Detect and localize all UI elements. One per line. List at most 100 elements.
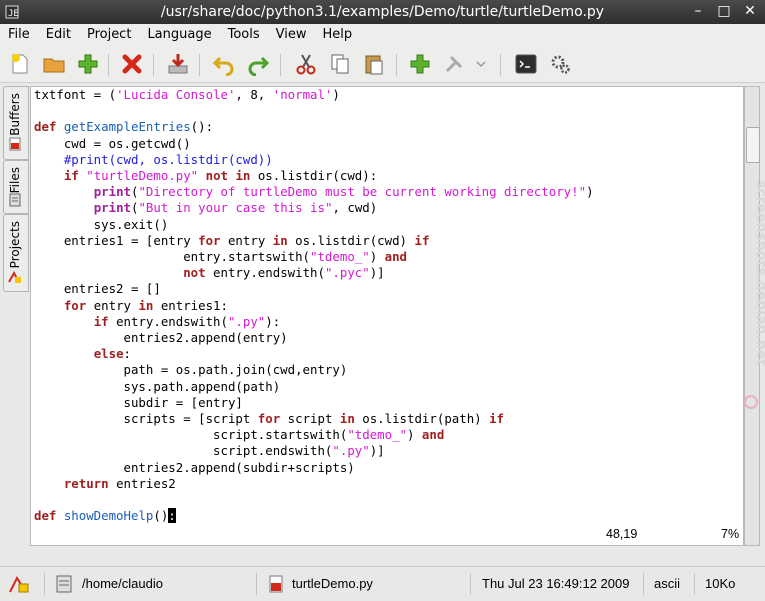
code-token: and (384, 249, 408, 265)
new-file-icon[interactable] (8, 52, 32, 76)
menu-file[interactable]: File (0, 24, 38, 46)
code-line: print("Directory of turtleDemo must be c… (34, 184, 594, 199)
code-token: if (93, 313, 109, 329)
code-token: "tdemo_" (310, 249, 370, 265)
chevron-down-icon[interactable] (474, 52, 488, 76)
code-token: 'normal' (272, 87, 333, 102)
code-token: 'Lucida Console' (116, 87, 236, 102)
code-token: in (272, 232, 288, 248)
code-token: and (421, 427, 445, 443)
code-token: entries1: (153, 297, 228, 313)
code-token: script (280, 411, 340, 427)
tab-files[interactable]: Files (3, 160, 29, 214)
code-token: script.startswith( (34, 427, 348, 443)
code-token: else (93, 346, 124, 362)
open-folder-icon[interactable] (42, 52, 66, 76)
code-token: "tdemo_" (347, 427, 407, 443)
scroll-percent: 7% (721, 527, 740, 541)
terminal-icon[interactable] (514, 52, 538, 76)
cursor-position: 48,19 (606, 527, 638, 541)
status-directory: /home/claudio (82, 576, 163, 591)
close-file-icon[interactable] (120, 52, 144, 76)
code-token: "turtleDemo.py" (86, 168, 199, 184)
code-token: def (34, 119, 64, 135)
code-token: cwd = os.getcwd() (34, 135, 191, 151)
redo-icon[interactable] (246, 52, 270, 76)
menu-language[interactable]: Language (139, 24, 219, 46)
code-line: entries2.append(subdir+scripts) (34, 460, 355, 475)
code-token: entry.endswith( (108, 313, 228, 329)
add-item-icon[interactable] (408, 52, 432, 76)
tools-icon[interactable] (442, 52, 466, 76)
code-line: for entry in entries1: (34, 298, 228, 313)
paste-icon[interactable] (362, 52, 386, 76)
code-token: script.endswith( (34, 443, 333, 459)
code-line: def showDemoHelp(): (34, 508, 176, 524)
cut-icon[interactable] (294, 52, 318, 76)
code-line: path = os.path.join(cwd,entry) (34, 362, 348, 377)
code-token: os.listdir(cwd): (250, 168, 378, 184)
status-bar: /home/claudio turtleDemo.py Thu Jul 23 1… (0, 566, 765, 601)
project-icon[interactable] (8, 574, 30, 594)
side-panel-tabs: Buffers Files Projects (0, 84, 30, 564)
status-date: Thu Jul 23 16:49:12 2009 (482, 576, 630, 591)
add-icon[interactable] (76, 52, 100, 76)
code-token: : (123, 346, 131, 362)
code-token: ".py" (332, 443, 370, 459)
tab-projects[interactable]: Projects (3, 214, 29, 292)
menu-project[interactable]: Project (79, 24, 139, 46)
code-token: getExampleEntries (63, 119, 191, 135)
files-icon (9, 193, 21, 207)
code-token: if (414, 232, 430, 248)
code-token: in (138, 297, 154, 313)
code-token: entry (86, 297, 139, 313)
settings-icon[interactable] (548, 52, 572, 76)
tab-buffers[interactable]: Buffers (3, 86, 29, 160)
minimize-button[interactable]: – (689, 2, 707, 20)
status-encoding: ascii (654, 576, 681, 591)
code-token: , 8, (235, 87, 273, 102)
code-token: os.listdir(cwd) (287, 232, 415, 248)
menu-view[interactable]: View (268, 24, 315, 46)
code-line: entry.startswith("tdemo_") and (34, 249, 407, 264)
code-token: )] (369, 443, 385, 459)
code-token: return (63, 475, 109, 491)
projects-icon (8, 270, 21, 283)
code-line: cwd = os.getcwd() (34, 136, 191, 151)
code-line: def getExampleEntries(): (34, 119, 213, 134)
code-token: print (93, 200, 131, 216)
file-icon (269, 575, 283, 593)
code-line: script.endswith(".py")] (34, 443, 385, 458)
code-token: for (198, 232, 221, 248)
maximize-button[interactable]: □ (715, 2, 733, 20)
code-token: sys.path.append(path) (34, 378, 281, 394)
copy-icon[interactable] (328, 52, 352, 76)
code-token: "But in your case this is" (138, 200, 333, 216)
code-token: , cwd) (332, 200, 378, 216)
code-line: sys.path.append(path) (34, 378, 281, 394)
menu-tools[interactable]: Tools (220, 24, 268, 46)
code-text[interactable]: txtfont = ('Lucida Console', 8, 'normal'… (34, 87, 594, 524)
close-window-button[interactable]: ✕ (741, 2, 759, 20)
code-token: entries2 = [] (34, 281, 161, 297)
code-token: sys.exit() (34, 216, 169, 232)
code-line: entries2.append(entry) (34, 330, 288, 345)
undo-icon[interactable] (212, 52, 236, 76)
tab-projects-label: Projects (8, 221, 22, 269)
code-token: txtfont = ( (34, 87, 117, 102)
code-token: entry.startswith( (34, 249, 311, 265)
save-icon[interactable] (166, 52, 190, 76)
scrollbar-thumb[interactable] (746, 127, 760, 163)
buffers-icon (9, 137, 21, 151)
code-editor[interactable]: txtfont = ('Lucida Console', 8, 'normal'… (30, 86, 744, 546)
menu-edit[interactable]: Edit (38, 24, 79, 46)
code-line: entries2 = [] (34, 281, 161, 296)
menu-help[interactable]: Help (314, 24, 360, 46)
code-line: not entry.endswith(".pyc")] (34, 265, 384, 280)
